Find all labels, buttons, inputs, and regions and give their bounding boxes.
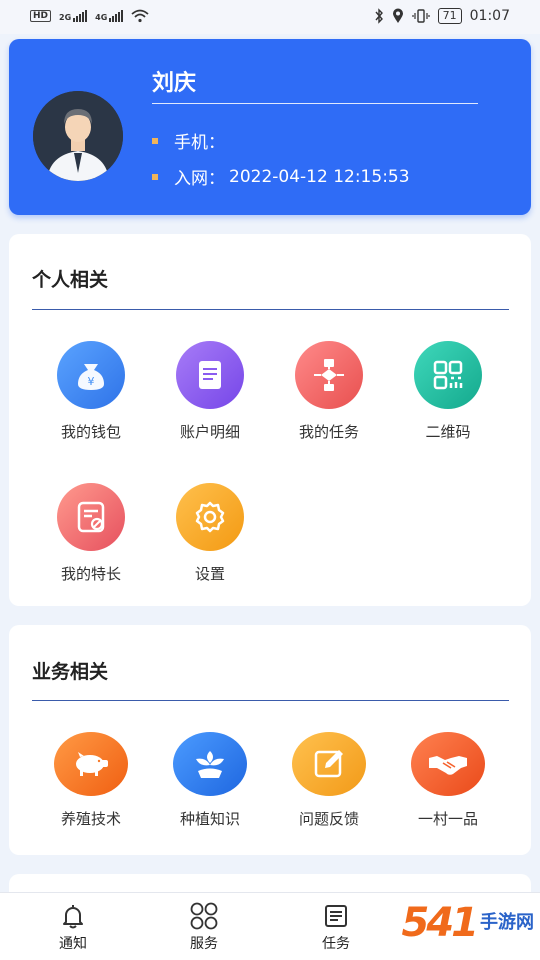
nav-label: 服务 bbox=[190, 936, 218, 952]
signal-2g: 2G bbox=[59, 10, 88, 22]
tile-label: 我的钱包 bbox=[60, 423, 121, 441]
section-divider bbox=[32, 700, 509, 701]
bullet-icon bbox=[152, 137, 158, 144]
profile-card[interactable]: 刘庆 手机： 入网： 2022-04-12 12:15:53 bbox=[9, 39, 531, 215]
signal-4g: 4G bbox=[95, 10, 124, 22]
user-avatar-icon bbox=[33, 91, 123, 181]
tile-label: 设置 bbox=[194, 565, 225, 583]
money-bag-icon: ¥ bbox=[57, 341, 125, 409]
bell-icon bbox=[58, 901, 88, 931]
my-tasks-button[interactable]: 我的任务 bbox=[274, 341, 384, 442]
location-icon bbox=[392, 8, 403, 23]
watermark-number: 541 bbox=[401, 900, 479, 946]
flowchart-icon bbox=[295, 341, 363, 409]
tile-label: 我的任务 bbox=[298, 423, 359, 441]
personal-section: 个人相关 ¥ 我的钱包 账户明细 我的任务 二维码 我的特长 设置 bbox=[9, 234, 531, 606]
hd-badge: HD bbox=[30, 10, 52, 22]
settings-button[interactable]: 设置 bbox=[155, 483, 265, 584]
planting-knowledge-button[interactable]: 种植知识 bbox=[155, 732, 265, 829]
nav-tasks[interactable]: 任务 bbox=[301, 901, 371, 953]
watermark-logo: 541 手游网 bbox=[402, 900, 535, 946]
signal-icon bbox=[73, 10, 88, 22]
svg-text:¥: ¥ bbox=[88, 375, 95, 388]
avatar[interactable] bbox=[33, 91, 123, 181]
tile-label: 问题反馈 bbox=[298, 810, 359, 828]
task-list-icon bbox=[321, 901, 351, 931]
breeding-tech-button[interactable]: 养殖技术 bbox=[36, 732, 146, 829]
join-date-row: 入网： 2022-04-12 12:15:53 bbox=[152, 164, 410, 189]
clock: 01:07 bbox=[469, 8, 510, 24]
tile-label: 账户明细 bbox=[179, 423, 240, 441]
watermark-text: 手游网 bbox=[480, 912, 534, 933]
divider bbox=[152, 103, 478, 104]
join-label: 入网： bbox=[174, 169, 225, 189]
edit-icon bbox=[292, 732, 366, 796]
tile-label: 我的特长 bbox=[60, 565, 121, 583]
tile-label: 种植知识 bbox=[179, 810, 240, 828]
nav-services[interactable]: 服务 bbox=[169, 901, 239, 953]
bullet-icon bbox=[152, 173, 158, 180]
bluetooth-icon bbox=[375, 8, 383, 24]
feedback-button[interactable]: 问题反馈 bbox=[274, 732, 384, 829]
nav-notifications[interactable]: 通知 bbox=[38, 901, 108, 953]
nav-label: 通知 bbox=[59, 936, 87, 952]
my-skills-button[interactable]: 我的特长 bbox=[36, 483, 146, 584]
grid-icon bbox=[189, 901, 219, 931]
handshake-icon bbox=[411, 732, 485, 796]
vibrate-icon bbox=[412, 9, 430, 23]
wallet-button[interactable]: ¥ 我的钱包 bbox=[36, 341, 146, 442]
section-title: 业务相关 bbox=[32, 661, 109, 683]
join-value: 2022-04-12 12:15:53 bbox=[229, 166, 410, 187]
document-icon bbox=[176, 341, 244, 409]
gear-icon bbox=[176, 483, 244, 551]
user-name: 刘庆 bbox=[152, 71, 197, 96]
wifi-icon bbox=[131, 9, 149, 23]
qr-code-icon bbox=[414, 341, 482, 409]
account-details-button[interactable]: 账户明细 bbox=[155, 341, 265, 442]
tile-label: 二维码 bbox=[425, 423, 471, 441]
qr-code-button[interactable]: 二维码 bbox=[393, 341, 503, 442]
tile-label: 一村一品 bbox=[417, 810, 478, 828]
one-village-one-product-button[interactable]: 一村一品 bbox=[393, 732, 503, 829]
business-section: 业务相关 养殖技术 种植知识 问题反馈 一村一品 bbox=[9, 625, 531, 855]
section-title: 个人相关 bbox=[32, 269, 109, 291]
nav-label: 任务 bbox=[322, 936, 350, 952]
status-bar: HD 2G 4G 71 01:07 bbox=[0, 0, 540, 34]
pig-icon bbox=[54, 732, 128, 796]
phone-label: 手机： bbox=[174, 133, 225, 153]
section-divider bbox=[32, 309, 509, 310]
phone-row: 手机： bbox=[152, 128, 229, 153]
signal-icon bbox=[109, 10, 124, 22]
battery-icon: 71 bbox=[437, 8, 462, 24]
certificate-icon bbox=[57, 483, 125, 551]
plant-icon bbox=[173, 732, 247, 796]
tile-label: 养殖技术 bbox=[60, 810, 121, 828]
